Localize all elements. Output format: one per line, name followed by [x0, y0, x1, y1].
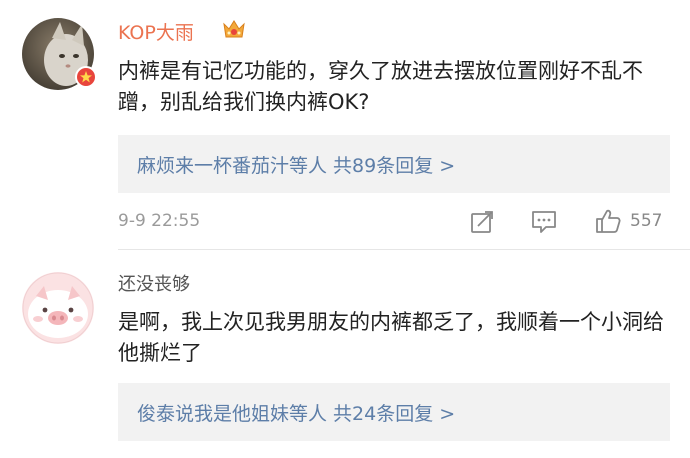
username[interactable]: KOP大雨 [118, 18, 194, 45]
reply-user-link[interactable]: 麻烦来一杯番茄汁 [137, 155, 289, 177]
crown-badge-icon [223, 20, 245, 38]
comment-text: 内裤是有记忆功能的，穿久了放进去摆放位置刚好不乱不蹭，别乱给我们换内裤OK? [118, 59, 643, 114]
comment-icon[interactable] [530, 210, 558, 234]
replies-summary[interactable]: 麻烦来一杯番茄汁等人 共89条回复 > [118, 135, 670, 193]
timestamp: 9-9 22:55 [118, 211, 201, 231]
username[interactable]: 还没丧够 [118, 270, 190, 296]
user-avatar[interactable] [22, 272, 94, 344]
comment-text: 是啊，我上次见我男朋友的内裤都乏了，我顺着一个小洞给他撕烂了 [118, 310, 664, 365]
reply-user-link[interactable]: 俊泰说我是他姐妹 [137, 403, 289, 425]
comment-item: KOP大雨 内裤是有记忆功能的，穿久了放进去摆放位置刚好不乱不蹭，别乱给我们换内… [0, 0, 690, 250]
verified-badge-icon [75, 66, 97, 88]
comment-item: 还没丧够 是啊，我上次见我男朋友的内裤都乏了，我顺着一个小洞给他撕烂了 俊泰说我… [0, 250, 690, 458]
like-icon[interactable] [594, 207, 622, 235]
repost-icon[interactable] [469, 209, 495, 235]
reply-count-text: 等人 共89条回复 > [289, 155, 456, 177]
replies-summary[interactable]: 俊泰说我是他姐妹等人 共24条回复 > [118, 383, 670, 441]
reply-count-text: 等人 共24条回复 > [289, 403, 456, 425]
like-count: 557 [630, 211, 663, 231]
pig-avatar-image [22, 272, 94, 344]
